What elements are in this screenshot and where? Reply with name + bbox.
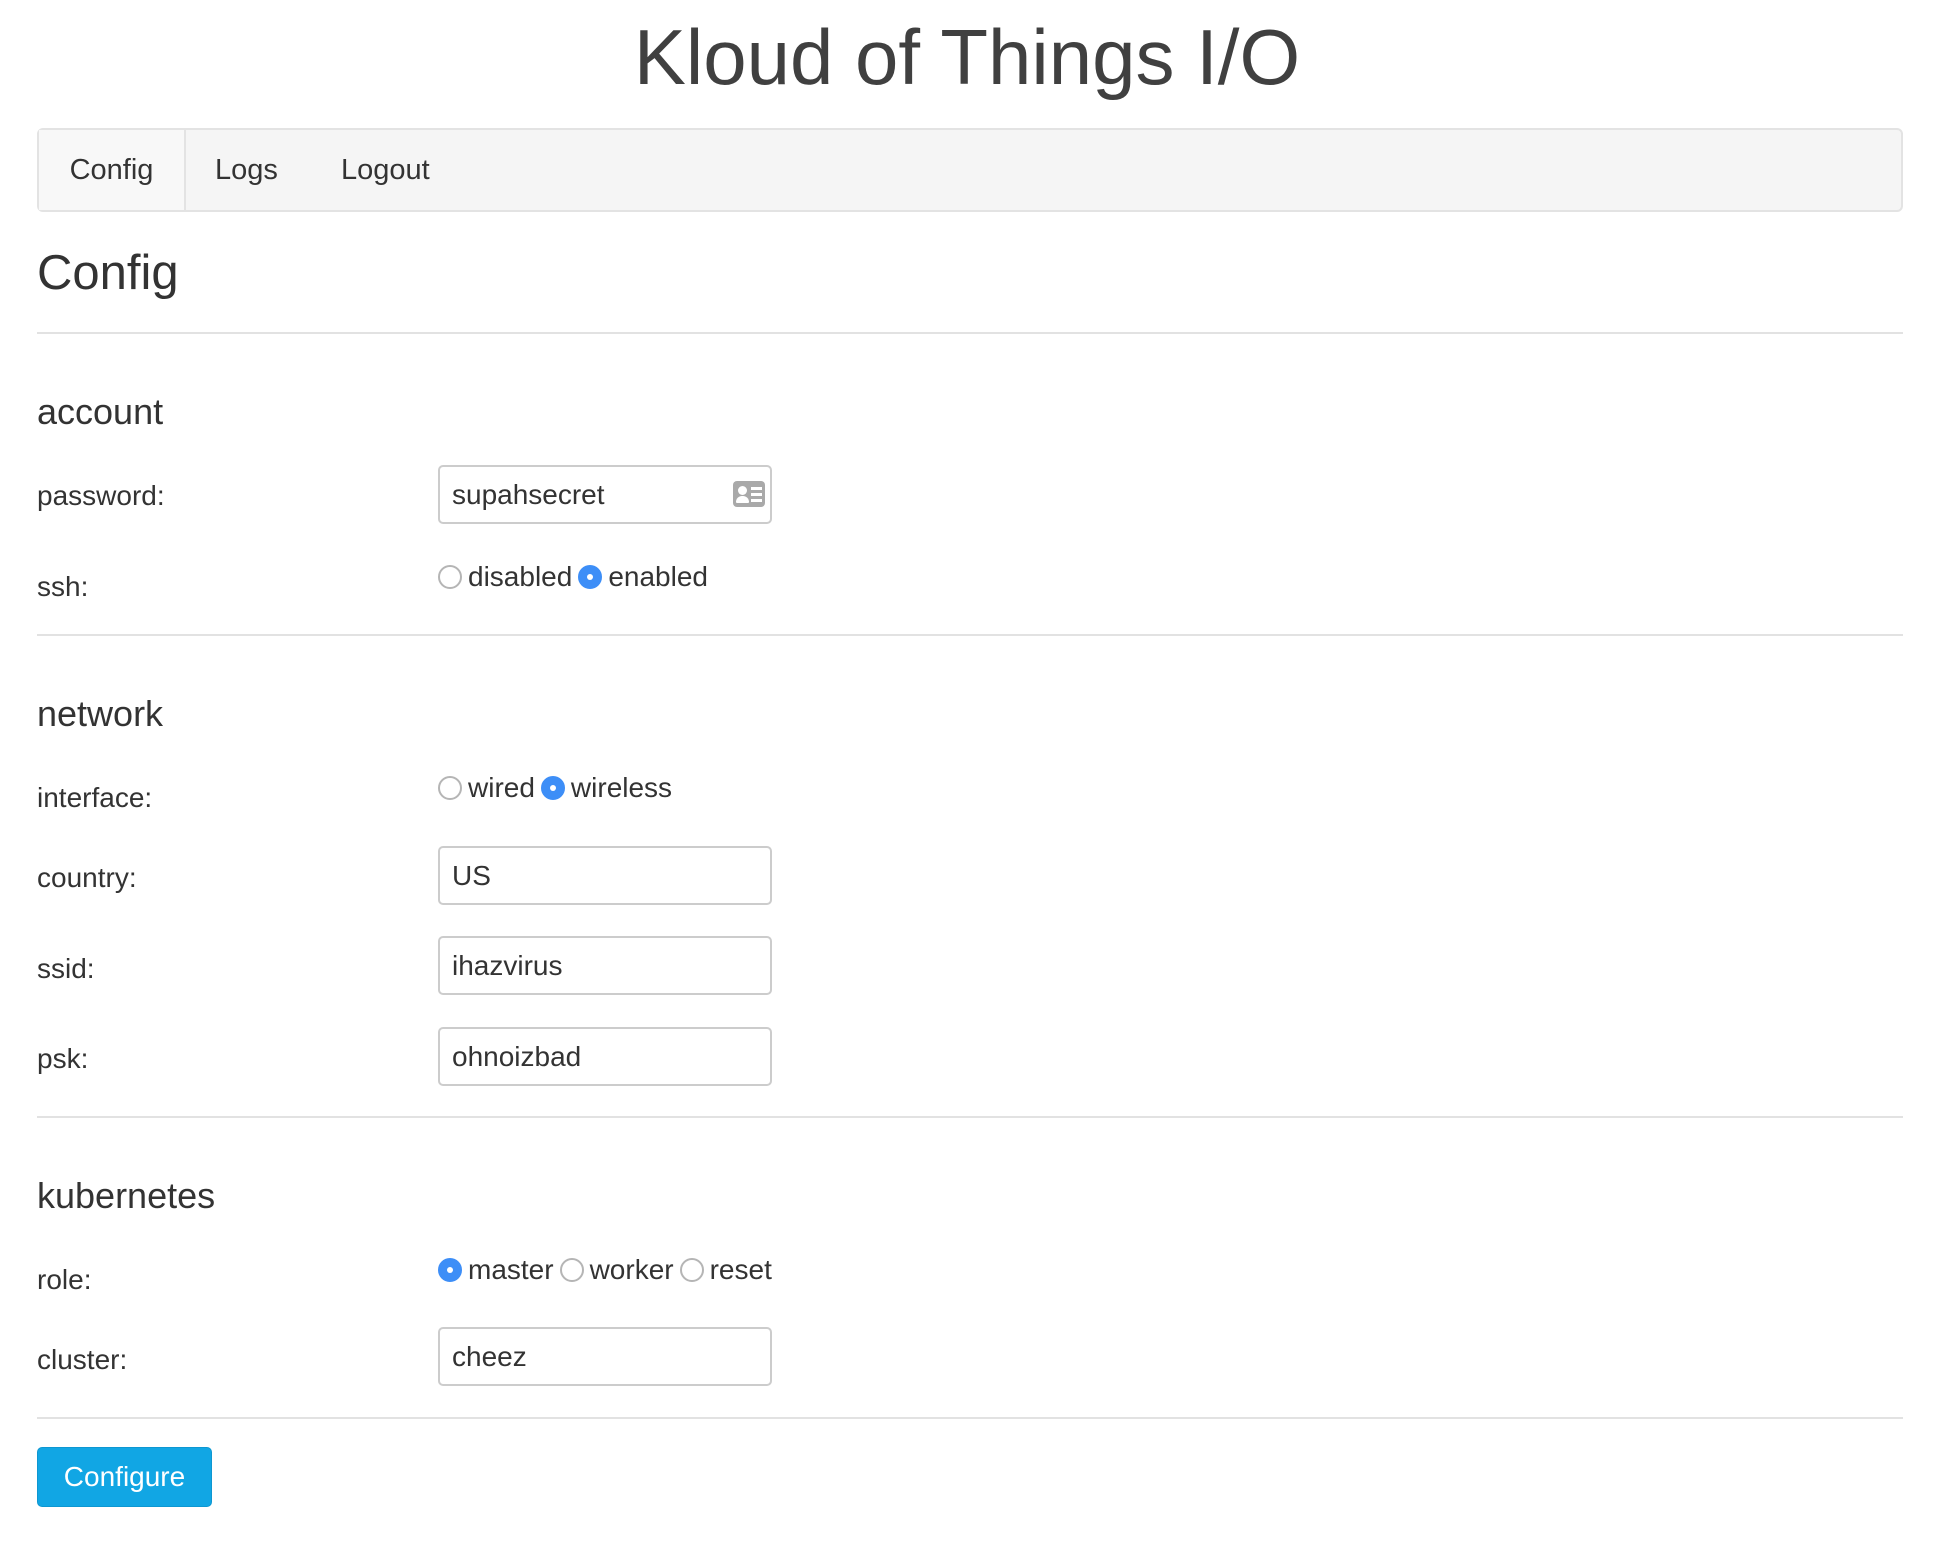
nav-tab-logs[interactable]: Logs (215, 130, 278, 210)
top-nav: Config Logs Logout (37, 128, 1903, 212)
radio-button[interactable] (438, 776, 462, 800)
page-title: Config (37, 246, 179, 300)
configure-button[interactable]: Configure (37, 1447, 212, 1507)
radio-button-checked[interactable] (438, 1258, 462, 1282)
radio-button[interactable] (438, 565, 462, 589)
radio-button-checked[interactable] (578, 565, 603, 589)
role-label: role: (37, 1264, 92, 1295)
country-field[interactable] (438, 846, 772, 905)
contact-card-icon[interactable] (733, 481, 765, 507)
section-title-kubernetes: kubernetes (37, 1175, 216, 1216)
nav-tab-logout[interactable]: Logout (341, 130, 430, 210)
ssh-radio-group: disabled enabled (438, 559, 714, 595)
interface-radio-group: wired wireless (438, 770, 678, 806)
radio-button[interactable] (559, 1258, 584, 1282)
cluster-field[interactable] (438, 1327, 772, 1386)
divider (37, 1417, 1903, 1419)
divider (37, 634, 1903, 636)
interface-option-wired[interactable]: wired (438, 770, 535, 806)
ssh-option-disabled[interactable]: disabled (438, 559, 572, 595)
divider (37, 1116, 1903, 1118)
ssh-label: ssh: (37, 571, 89, 602)
role-option-master[interactable]: master (438, 1252, 554, 1288)
role-option-reset[interactable]: reset (679, 1252, 772, 1288)
ssid-field[interactable] (438, 936, 772, 995)
interface-label: interface: (37, 782, 153, 813)
ssh-option-enabled[interactable]: enabled (578, 559, 708, 595)
interface-option-wireless[interactable]: wireless (540, 770, 672, 806)
ssid-label: ssid: (37, 953, 95, 984)
cluster-label: cluster: (37, 1344, 128, 1375)
role-radio-group: master worker reset (438, 1252, 778, 1288)
section-title-account: account (37, 391, 164, 432)
password-label: password: (37, 480, 165, 511)
country-label: country: (37, 862, 137, 893)
nav-tab-config[interactable]: Config (39, 130, 186, 210)
radio-button[interactable] (679, 1258, 704, 1282)
divider (37, 332, 1903, 334)
section-title-network: network (37, 693, 164, 734)
role-option-worker[interactable]: worker (559, 1252, 674, 1288)
app-title: Kloud of Things I/O (633, 13, 1301, 101)
psk-field[interactable] (438, 1027, 772, 1086)
password-field[interactable] (438, 465, 772, 524)
psk-label: psk: (37, 1043, 89, 1074)
radio-button-checked[interactable] (540, 776, 565, 800)
